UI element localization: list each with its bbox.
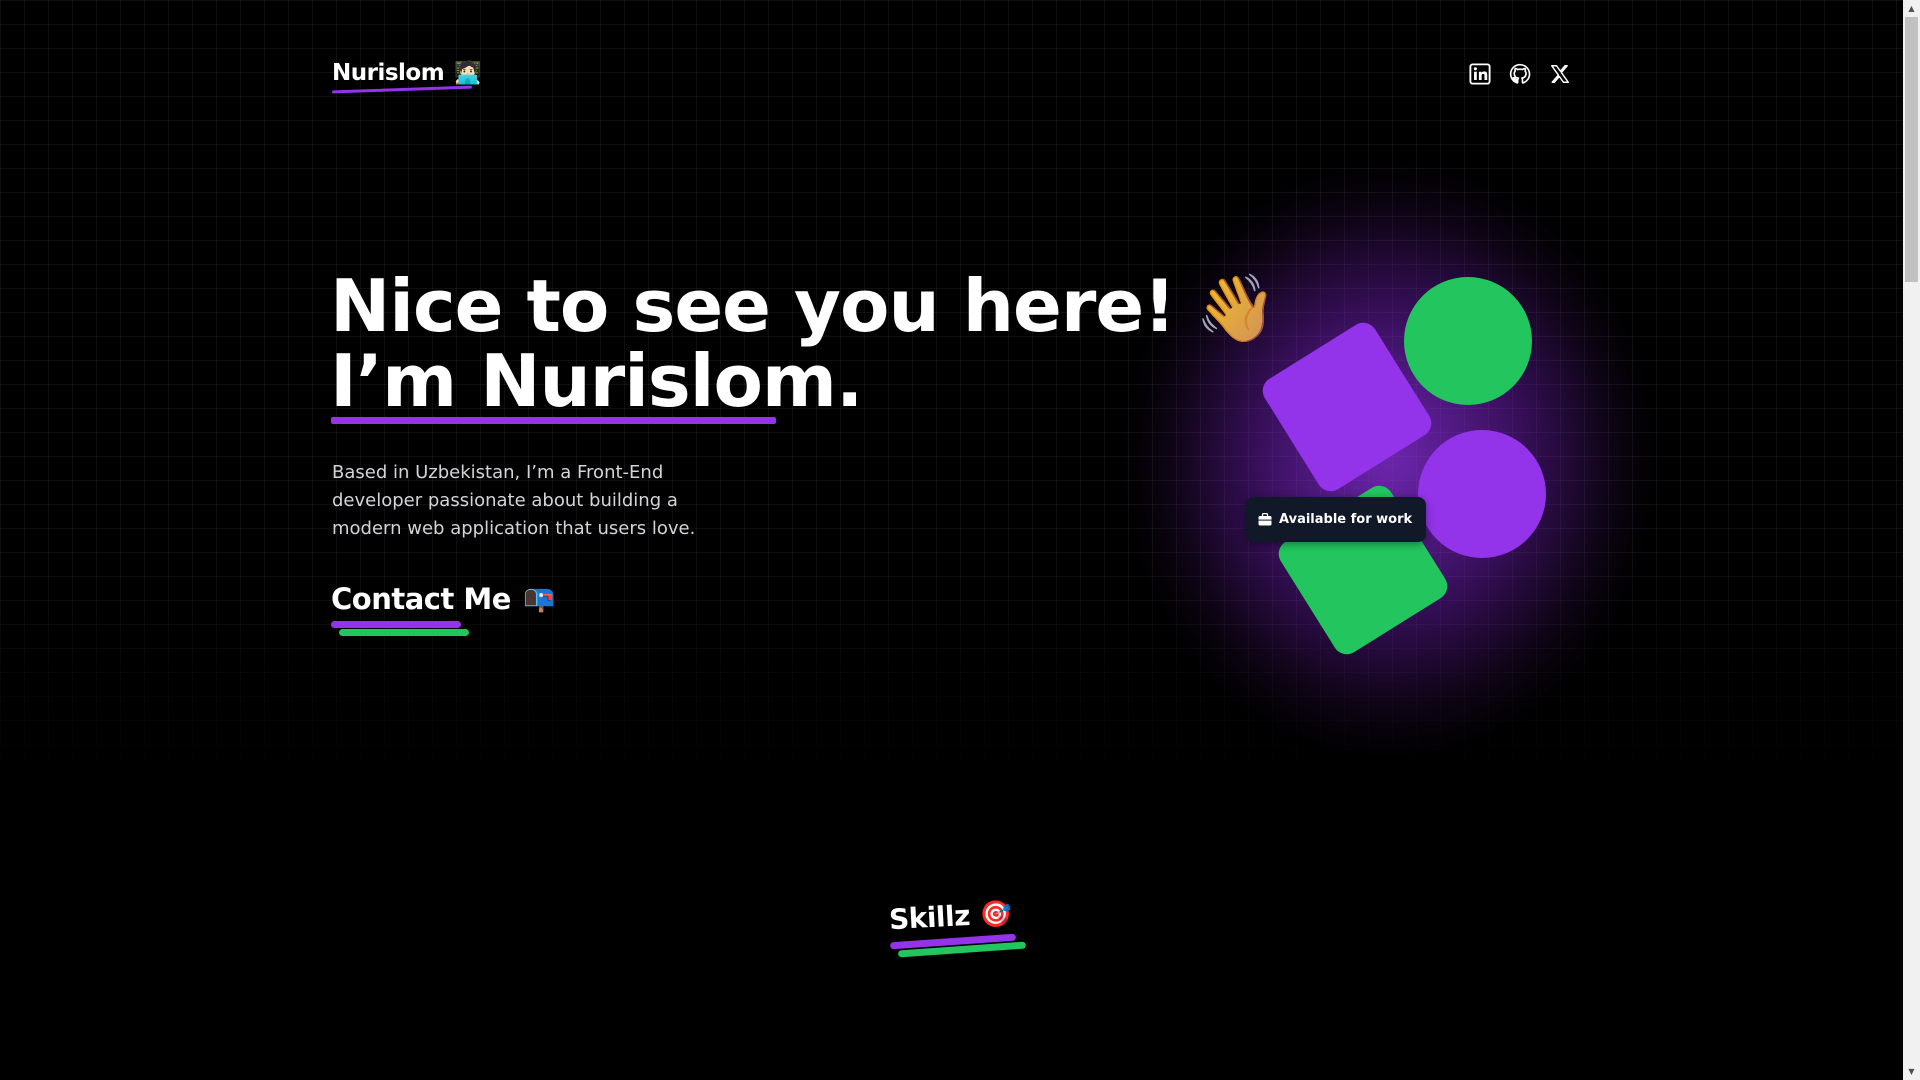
technologist-emoji-icon: 🧑🏻‍💻: [454, 60, 482, 86]
contact-underline-purple: [331, 621, 461, 628]
contact-underline-green: [339, 629, 469, 636]
skills-heading: Skillz 🎯: [888, 897, 1013, 936]
linkedin-link[interactable]: [1469, 63, 1491, 85]
github-icon: [1509, 63, 1531, 84]
badge-label: Available for work: [1279, 512, 1413, 527]
logo-link[interactable]: Nurislom 🧑🏻‍💻: [332, 60, 482, 86]
scroll-down-arrow-icon[interactable]: ▼: [1903, 1063, 1920, 1080]
skills-title: Skillz: [888, 899, 971, 937]
name-underline: [331, 417, 776, 424]
target-icon: 🎯: [979, 898, 1013, 930]
headline-line-1: Nice to see you here!👋: [330, 270, 1277, 345]
page-viewport: Nurislom 🧑🏻‍💻 Nice to see you here!👋 I: [0, 0, 1903, 1080]
logo-text: Nurislom: [332, 60, 445, 86]
hero-headline: Nice to see you here!👋 I’m Nurislom.: [330, 270, 1277, 417]
purple-circle-shape: [1418, 430, 1546, 558]
x-link[interactable]: [1549, 63, 1571, 85]
green-circle-shape: [1404, 277, 1532, 405]
contact-me-link[interactable]: Contact Me 📭: [331, 582, 555, 616]
social-links: [1469, 63, 1571, 85]
briefcase-icon: [1258, 513, 1272, 526]
intro-paragraph: Based in Uzbekistan, I’m a Front-End dev…: [332, 462, 696, 539]
headline-greeting: Nice to see you here!: [330, 264, 1176, 348]
purple-glow: [1130, 170, 1650, 750]
contact-me-label: Contact Me: [331, 582, 511, 616]
linkedin-icon: [1469, 63, 1491, 85]
mailbox-icon: 📭: [522, 584, 556, 614]
scrollbar-thumb[interactable]: [1905, 17, 1918, 282]
scroll-up-arrow-icon[interactable]: ▲: [1903, 0, 1920, 17]
vertical-scrollbar[interactable]: ▲ ▼: [1903, 0, 1920, 1080]
github-link[interactable]: [1509, 63, 1531, 85]
x-icon: [1551, 65, 1569, 83]
available-for-work-badge: Available for work: [1246, 497, 1427, 542]
